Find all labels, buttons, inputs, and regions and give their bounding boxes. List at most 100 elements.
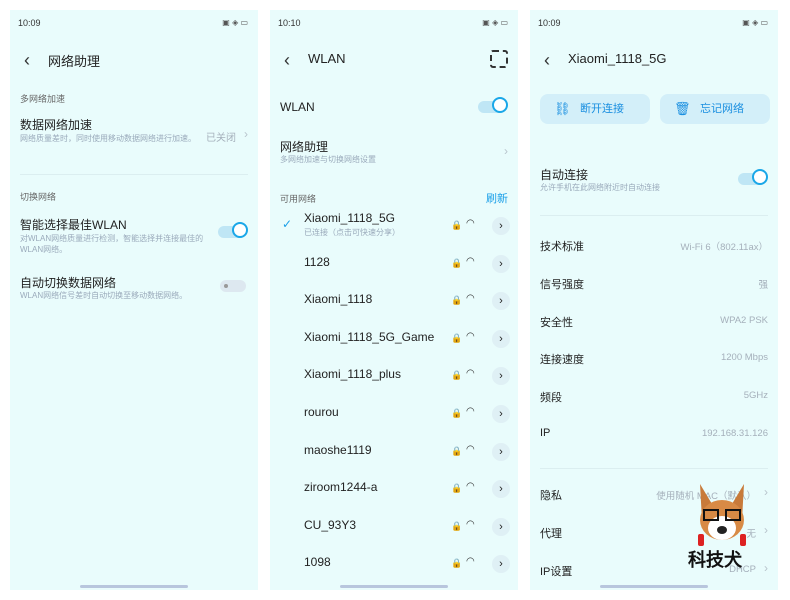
- divider: [20, 174, 248, 175]
- item-value: 已关闭: [206, 133, 236, 144]
- network-name: Xiaomi_1118_5G: [304, 211, 395, 225]
- page-title: 网络助理: [48, 54, 101, 69]
- network-name: 1098: [304, 555, 331, 570]
- item-title: 网络助理: [280, 140, 329, 154]
- forget-network-button[interactable]: 🗑 忘记网络: [660, 94, 770, 124]
- network-item[interactable]: rourou 🔒 ◠ ›: [270, 399, 518, 429]
- network-assistant-item[interactable]: 网络助理 多网络加速与切换网络设置 ›: [270, 136, 518, 168]
- property-label: IP: [540, 427, 551, 439]
- network-detail-button[interactable]: ›: [492, 217, 510, 235]
- wifi-signal-icon: ◠: [466, 443, 475, 455]
- refresh-button[interactable]: 刷新: [486, 190, 508, 206]
- check-icon: ✓: [282, 217, 293, 231]
- data-accel-item[interactable]: 数据网络加速 网络质量差时，同时使用移动数据网络进行加速。 已关闭 ›: [10, 114, 258, 160]
- property-row: 技术标准 Wi-Fi 6（802.11ax）: [530, 236, 778, 256]
- setting-label: 隐私: [540, 490, 562, 502]
- wlan-toggle[interactable]: [478, 97, 508, 113]
- back-button[interactable]: ‹: [284, 50, 290, 71]
- network-name: Xiaomi_1118: [304, 292, 373, 307]
- divider: [540, 468, 768, 469]
- chevron-right-icon: ›: [504, 144, 508, 158]
- divider: [540, 215, 768, 216]
- network-detail-button[interactable]: ›: [492, 480, 510, 499]
- lock-icon: 🔒: [451, 370, 463, 381]
- chevron-right-icon: ›: [764, 485, 768, 499]
- lock-icon: 🔒: [451, 295, 463, 306]
- scan-icon[interactable]: [490, 50, 508, 68]
- network-detail-button[interactable]: ›: [492, 405, 510, 423]
- network-item[interactable]: 1098 🔒 ◠ ›: [270, 549, 518, 579]
- property-value: Wi-Fi 6（802.11ax）: [680, 242, 768, 253]
- item-desc: 允许手机在此网络附近时自动连接: [540, 183, 660, 192]
- auto-connect-toggle[interactable]: [738, 169, 768, 185]
- auto-switch-toggle[interactable]: [220, 280, 246, 292]
- network-item[interactable]: maoshe1119 🔒 ◠ ›: [270, 437, 518, 467]
- property-row: 频段 5GHz: [530, 387, 778, 407]
- network-item[interactable]: ✓ Xiaomi_1118_5G 已连接（点击可快速分享） 🔒 ◠ ›: [270, 211, 518, 241]
- lock-icon: 🔒: [451, 220, 463, 230]
- network-name: maoshe1119: [304, 442, 372, 457]
- network-detail-button[interactable]: ›: [492, 442, 510, 461]
- property-row: 安全性 WPA2 PSK: [530, 312, 778, 332]
- property-value: 5GHz: [743, 390, 768, 402]
- network-detail-button[interactable]: ›: [492, 254, 510, 273]
- item-title: 自动连接: [540, 168, 589, 182]
- property-value: 192.168.31.126: [701, 428, 768, 439]
- status-icons: ▣ ◈ ▭: [742, 18, 768, 27]
- wifi-signal-icon: ◠: [466, 368, 475, 380]
- smart-wlan-toggle[interactable]: [218, 222, 248, 238]
- status-time: 10:09: [538, 18, 561, 28]
- network-item[interactable]: Xiaomi_1118_plus 🔒 ◠ ›: [270, 361, 518, 391]
- network-item[interactable]: 1128 🔒 ◠ ›: [270, 249, 518, 279]
- disconnect-button[interactable]: ⛓ 断开连接: [540, 94, 650, 124]
- network-name: ziroom1244-a: [304, 480, 378, 495]
- wifi-signal-icon: ◠: [466, 518, 475, 530]
- network-detail-button[interactable]: ›: [492, 555, 510, 574]
- network-detail-button[interactable]: ›: [492, 367, 510, 386]
- home-indicator: [600, 585, 708, 588]
- section-label: 可用网络: [280, 194, 317, 204]
- wifi-signal-icon: ◠: [466, 330, 475, 342]
- button-label: 忘记网络: [700, 103, 744, 115]
- lock-icon: 🔒: [451, 558, 463, 569]
- status-time: 10:10: [278, 18, 301, 28]
- network-name: CU_93Y3: [304, 517, 357, 532]
- item-desc: WLAN网络信号差时自动切换至移动数据网络。: [20, 291, 188, 300]
- item-desc: 对WLAN网络质量进行检测，智能选择并连接最佳的WLAN网络。: [20, 234, 204, 254]
- back-button[interactable]: ‹: [544, 50, 550, 71]
- network-item[interactable]: Xiaomi_1118 🔒 ◠ ›: [270, 286, 518, 316]
- wlan-label: WLAN: [280, 100, 315, 114]
- lock-icon: 🔒: [451, 257, 463, 268]
- item-desc: 多网络加速与切换网络设置: [280, 155, 376, 164]
- watermark-text: 科技犬: [688, 550, 742, 570]
- network-item[interactable]: ziroom1244-a 🔒 ◠ ›: [270, 474, 518, 504]
- auto-switch-item: 自动切换数据网络 WLAN网络信号差时自动切换至移动数据网络。: [10, 274, 258, 304]
- lock-icon: 🔒: [451, 520, 463, 531]
- property-row: 连接速度 1200 Mbps: [530, 349, 778, 369]
- network-detail-button[interactable]: ›: [492, 292, 510, 311]
- network-item[interactable]: Xiaomi_1118_5G_Game 🔒 ◠ ›: [270, 324, 518, 354]
- home-indicator: [80, 585, 188, 588]
- page-title: Xiaomi_1118_5G: [568, 51, 667, 66]
- item-title: 智能选择最佳WLAN: [20, 218, 127, 232]
- property-row: 信号强度 强: [530, 274, 778, 294]
- property-label: 安全性: [540, 316, 573, 329]
- watermark-logo: 科技犬: [686, 480, 758, 580]
- chevron-right-icon: ›: [764, 561, 768, 575]
- auto-connect-item: 自动连接 允许手机在此网络附近时自动连接: [530, 166, 778, 196]
- wlan-screen: 10:10 ▣ ◈ ▭ ‹ WLAN WLAN 网络助理 多网络加速与切换网络设…: [270, 10, 518, 590]
- lock-icon: 🔒: [451, 483, 463, 494]
- status-icons: ▣ ◈ ▭: [222, 18, 248, 27]
- trash-icon: 🗑: [674, 101, 691, 116]
- button-label: 断开连接: [580, 103, 624, 115]
- network-status: 已连接（点击可快速分享）: [304, 228, 400, 237]
- network-detail-button[interactable]: ›: [492, 329, 510, 348]
- wifi-signal-icon: ◠: [466, 406, 475, 417]
- chevron-right-icon: ›: [244, 127, 248, 141]
- lock-icon: 🔒: [451, 332, 463, 343]
- network-detail-button[interactable]: ›: [492, 517, 510, 536]
- property-label: 信号强度: [540, 278, 584, 291]
- unlink-icon: ⛓: [554, 101, 571, 116]
- network-item[interactable]: CU_93Y3 🔒 ◠ ›: [270, 512, 518, 542]
- back-button[interactable]: ‹: [24, 50, 30, 71]
